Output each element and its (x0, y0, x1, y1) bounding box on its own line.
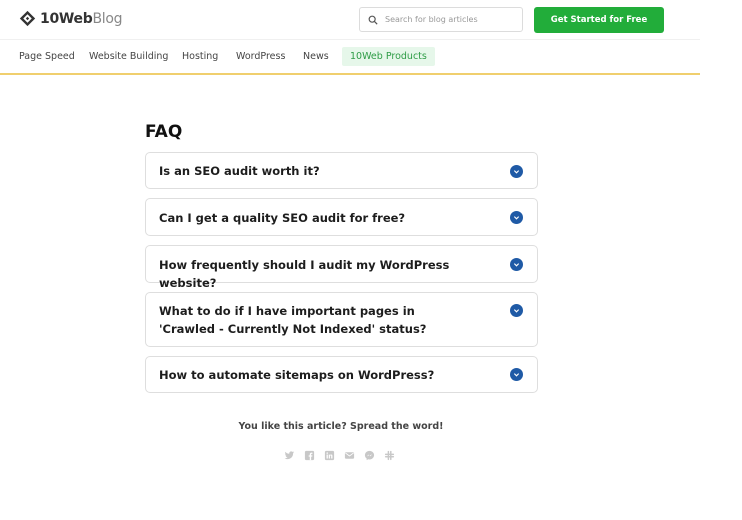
faq-item[interactable]: How to automate sitemaps on WordPress? (145, 356, 538, 393)
faq-question: Is an SEO audit worth it? (159, 164, 320, 178)
logo-icon (19, 10, 36, 27)
category-nav: Page Speed Website Building Hosting Word… (0, 41, 700, 75)
nav-item-page-speed[interactable]: Page Speed (19, 51, 75, 62)
site-header: 10Web Blog Get Started for Free (0, 0, 700, 40)
logo-suffix: Blog (92, 10, 123, 27)
twitter-icon[interactable] (284, 450, 295, 461)
search-input[interactable] (385, 15, 515, 24)
nav-item-wordpress[interactable]: WordPress (236, 51, 285, 62)
search-icon (368, 15, 378, 25)
faq-question: How frequently should I audit my WordPre… (159, 258, 450, 290)
site-logo[interactable]: 10Web Blog (19, 10, 123, 27)
faq-item[interactable]: What to do if I have important pages in … (145, 292, 538, 347)
get-started-button[interactable]: Get Started for Free (534, 7, 664, 33)
chevron-down-icon[interactable] (510, 165, 523, 178)
logo-brand: 10Web (40, 10, 93, 27)
chevron-down-icon[interactable] (510, 304, 523, 317)
email-icon[interactable] (344, 450, 355, 461)
messenger-icon[interactable] (364, 450, 375, 461)
nav-item-website-building[interactable]: Website Building (89, 51, 168, 62)
faq-item[interactable]: Is an SEO audit worth it? (145, 152, 538, 189)
nav-item-news[interactable]: News (303, 51, 329, 62)
search-box[interactable] (359, 7, 523, 32)
share-icons (284, 450, 395, 461)
share-prompt: You like this article? Spread the word! (238, 421, 444, 432)
faq-question: What to do if I have important pages in … (159, 304, 427, 336)
facebook-icon[interactable] (304, 450, 315, 461)
faq-title: FAQ (145, 122, 183, 142)
faq-question: Can I get a quality SEO audit for free? (159, 211, 406, 225)
nav-item-hosting[interactable]: Hosting (182, 51, 218, 62)
chevron-down-icon[interactable] (510, 211, 523, 224)
chevron-down-icon[interactable] (510, 258, 523, 271)
faq-item[interactable]: Can I get a quality SEO audit for free? (145, 198, 538, 236)
linkedin-icon[interactable] (324, 450, 335, 461)
faq-item[interactable]: How frequently should I audit my WordPre… (145, 245, 538, 290)
nav-item-10web-products[interactable]: 10Web Products (342, 47, 435, 66)
slack-icon[interactable] (384, 450, 395, 461)
faq-question: How to automate sitemaps on WordPress? (159, 368, 435, 382)
chevron-down-icon[interactable] (510, 368, 523, 381)
